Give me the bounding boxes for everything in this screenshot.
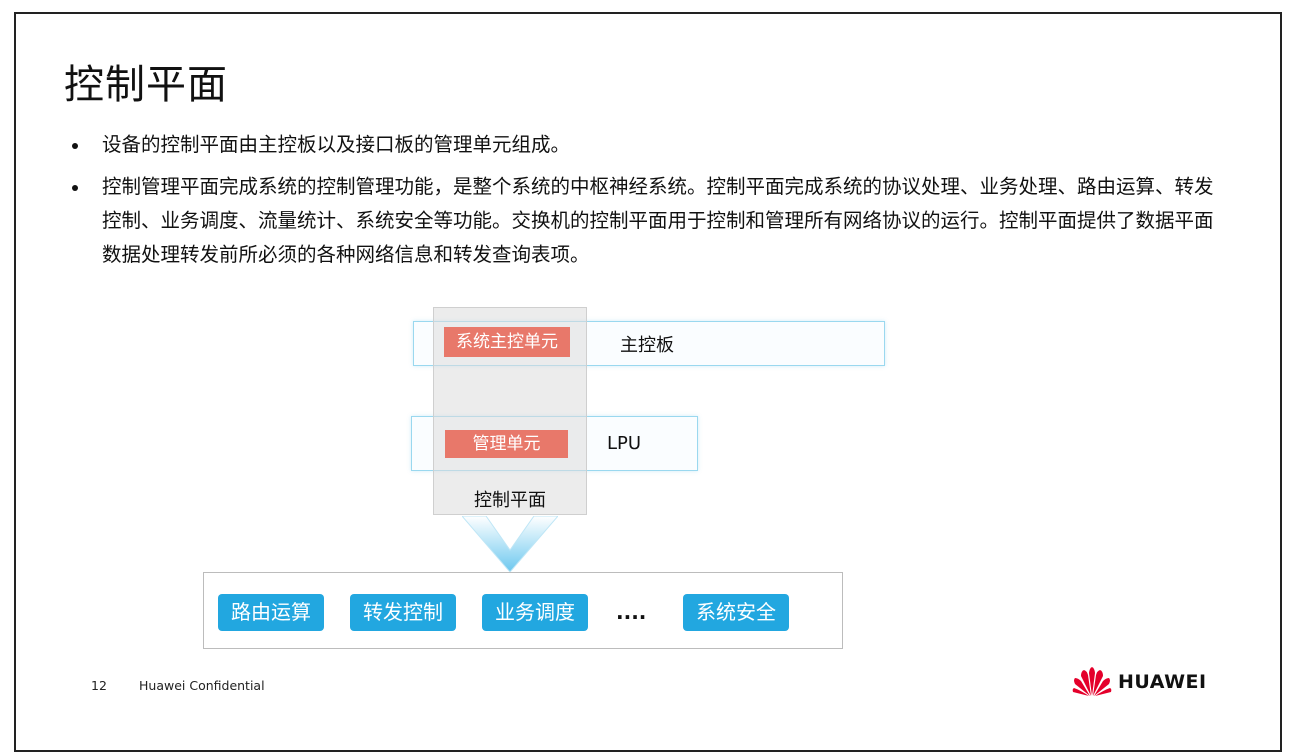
page-title: 控制平面 xyxy=(64,62,228,108)
page-number: 12 xyxy=(91,678,107,693)
bullet-dot-icon xyxy=(72,143,78,149)
function-system-security: 系统安全 xyxy=(683,594,789,631)
function-service-scheduling: 业务调度 xyxy=(482,594,588,631)
brand-logo: HUAWEI xyxy=(1072,667,1207,697)
management-unit: 管理单元 xyxy=(445,430,568,458)
bullet-text: 设备的控制平面由主控板以及接口板的管理单元组成。 xyxy=(102,133,571,156)
bullet-item: 设备的控制平面由主控板以及接口板的管理单元组成。 xyxy=(70,128,1230,162)
main-board-label: 主控板 xyxy=(620,335,674,356)
huawei-petal-logo-icon xyxy=(1072,667,1112,696)
bullet-list: 设备的控制平面由主控板以及接口板的管理单元组成。 控制管理平面完成系统的控制管理… xyxy=(70,128,1230,280)
down-arrow-icon xyxy=(462,516,558,573)
function-forwarding-control: 转发控制 xyxy=(350,594,456,631)
confidentiality-label: Huawei Confidential xyxy=(139,678,265,693)
system-main-control-unit: 系统主控单元 xyxy=(444,327,570,357)
control-plane-label: 控制平面 xyxy=(474,490,546,511)
bullet-item: 控制管理平面完成系统的控制管理功能，是整个系统的中枢神经系统。控制平面完成系统的… xyxy=(70,170,1230,272)
ellipsis-text: .... xyxy=(616,600,647,624)
bullet-text: 控制管理平面完成系统的控制管理功能，是整个系统的中枢神经系统。控制平面完成系统的… xyxy=(102,175,1214,266)
brand-name: HUAWEI xyxy=(1118,671,1207,693)
function-routing: 路由运算 xyxy=(218,594,324,631)
lpu-label: LPU xyxy=(607,433,642,454)
bullet-dot-icon xyxy=(72,185,78,191)
